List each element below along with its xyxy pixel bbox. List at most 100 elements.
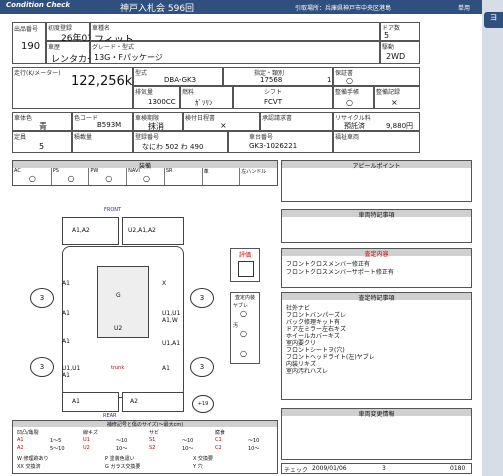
legend-cell: 10～ [248,446,260,452]
first-reg-box: 初度登録 26年03月 [46,22,102,44]
front-left-panel [62,217,119,245]
appeal-title: アピールポイント [282,161,471,170]
equipment-cell: 左ハンドル [239,168,277,185]
interior-row-value: ○ [240,309,247,318]
equipment-cell: AC ○ [13,168,51,185]
history-box: 車両変更情報 [281,408,472,460]
displacement-box: 排気量 1300CC [133,86,180,109]
legend-cell: U2 [83,445,90,451]
load-label: 積載量 [74,134,93,141]
equipment-value: ○ [105,174,113,183]
transmission-value: FCVT [264,98,282,106]
side-tab[interactable]: ヨ [484,12,503,28]
sale-notes-title: 査定特記事項 [282,293,471,302]
legend-box: 補修記号と傷のサイズ(～最大cm) 凹凸/亀裂 線キズ サビ 腐食 A1 1～5 U1 ～10… [12,420,278,474]
legend-header: 凹凸/亀裂 [17,430,39,436]
tire-fl: 3 [30,288,54,308]
trunk-label: trunk [111,365,125,371]
spare-tire: +19 [192,395,214,413]
rating-value-box [238,261,254,277]
color-code-label: 色コード [74,115,99,122]
checks-title: 査定内容 [282,249,471,258]
pickup-location: 引取場所：兵庫県神戸市中央区港島 [295,5,392,12]
warranty-value: ○ [346,76,353,85]
damage-mark-front-right: U2,A1,A2 [128,227,156,234]
welfare-label: 福祉車両 [335,134,360,141]
rear-label: REAR [103,413,117,419]
damage-mark-bumper-rear-right: A2 [130,398,138,405]
grade-label: グレード・型式 [92,44,135,51]
capacity-label: 定員 [14,134,27,141]
check-num: 3 [382,465,386,472]
legend-title: 補修記号と傷のサイズ(～最大cm) [13,421,277,428]
name-box: 車種名 フィット [90,22,380,46]
history-title: 車両変更情報 [282,409,471,418]
chassis-value: GK3-1026221 [249,142,298,150]
legend-header: 腐食 [215,430,226,436]
appeal-box: アピールポイント [281,160,472,202]
sheet-header: Condition Check 神戸入札会 596回 引取場所：兵庫県神戸市中央… [0,0,482,14]
equipment-cell: PW ○ [88,168,126,185]
maint-value: × [391,98,398,107]
vehicle-notes-box: 車両特記事項 [281,209,472,243]
equipment-value: ○ [67,174,75,183]
equipment-cell: NAVI ○ [126,168,164,185]
legend-header: サビ [149,430,160,436]
designation-box: 指定・類別 17568 1 [223,67,333,86]
legend-cell: ～10 [116,438,128,444]
type-label: 車歴 [48,44,61,51]
sale-note-item: 室内汚れハズレ [286,368,329,375]
transmission-label: シフト [264,89,283,96]
capacity-value: 5 [39,142,45,151]
drive-value: 2WD [386,52,406,61]
legend-cell: A1 [17,437,24,443]
auction-title: 神戸入札会 596回 [120,4,195,14]
legend-cell: S1 [149,437,156,443]
model-label: 型式 [135,70,148,77]
sale-notes-box: 査定特記事項 社外ナビ フロントバンパーズレ バック修理キット有 ドア左ミラー左右キズ… [281,292,472,400]
equipment-title: 装備 [13,161,277,170]
equipment-value: ○ [142,174,150,183]
drive-label: 駆動 [382,44,395,51]
model-value: DBA-GK3 [164,76,197,84]
legend-cell: 5～10 [50,446,65,452]
equipment-header: NAVI [128,168,140,174]
maint-label: 整備記録 [376,89,401,96]
color-code-value: B593M [97,121,122,129]
equipment-header: AC [14,168,21,174]
interior-eval-box: 査定内装 ヤブレ ○ 汚 ○ ○ [230,292,260,364]
damage-mark-roof: U2 [114,325,123,332]
type-box: 車歴 レンタカー [46,41,96,65]
legend-cell: U1 [83,437,90,443]
interior-row-value: ○ [240,329,247,338]
roof-panel [97,266,149,338]
equipment-cell: SR [163,168,202,185]
legend-cell: S2 [149,445,156,451]
equipment-header: PW [90,168,99,174]
reg-value: × [220,121,227,130]
damage-mark-bumper-rear-left: A1 [72,398,80,405]
front-label: FRONT [104,207,122,213]
equipment-header: 革 [203,169,209,175]
interior-row-label: ヤブレ [233,303,249,309]
interior-eval-title: 査定内装 [234,295,255,301]
legend-cell: C2 [215,445,222,451]
recycle-fee: 9,880円 [386,122,414,130]
category-value: 1 [327,76,332,84]
reg-label: 検付日程書 [185,115,216,122]
legend-footer-item: P 塗装色違い [105,456,135,462]
tire-rr: 3 [190,357,214,377]
damage-mark-door-fr: U1,U1 A1,W [162,310,181,324]
damage-mark-front-left: A1,A2 [72,227,90,234]
chassis-label: 車台番号 [249,134,274,141]
color-label: 車体色 [14,115,33,122]
fuel-label: 燃料 [182,89,195,96]
rear-left-panel [62,392,119,412]
mode-label: 単用 [458,5,471,12]
equipment-cell: 革 [201,168,240,185]
checks-box: 査定内容 フロントクロスメンバー修正有 フロントクロスメンバーサポート修正有 [281,248,472,288]
fuel-box: 燃料 ｶﾞｿﾘﾝ [180,86,233,109]
equipment-value: ○ [28,174,36,183]
legend-footer-item: Y 穴 [193,464,203,470]
damage-mark-door-rl: A1 [62,338,70,345]
